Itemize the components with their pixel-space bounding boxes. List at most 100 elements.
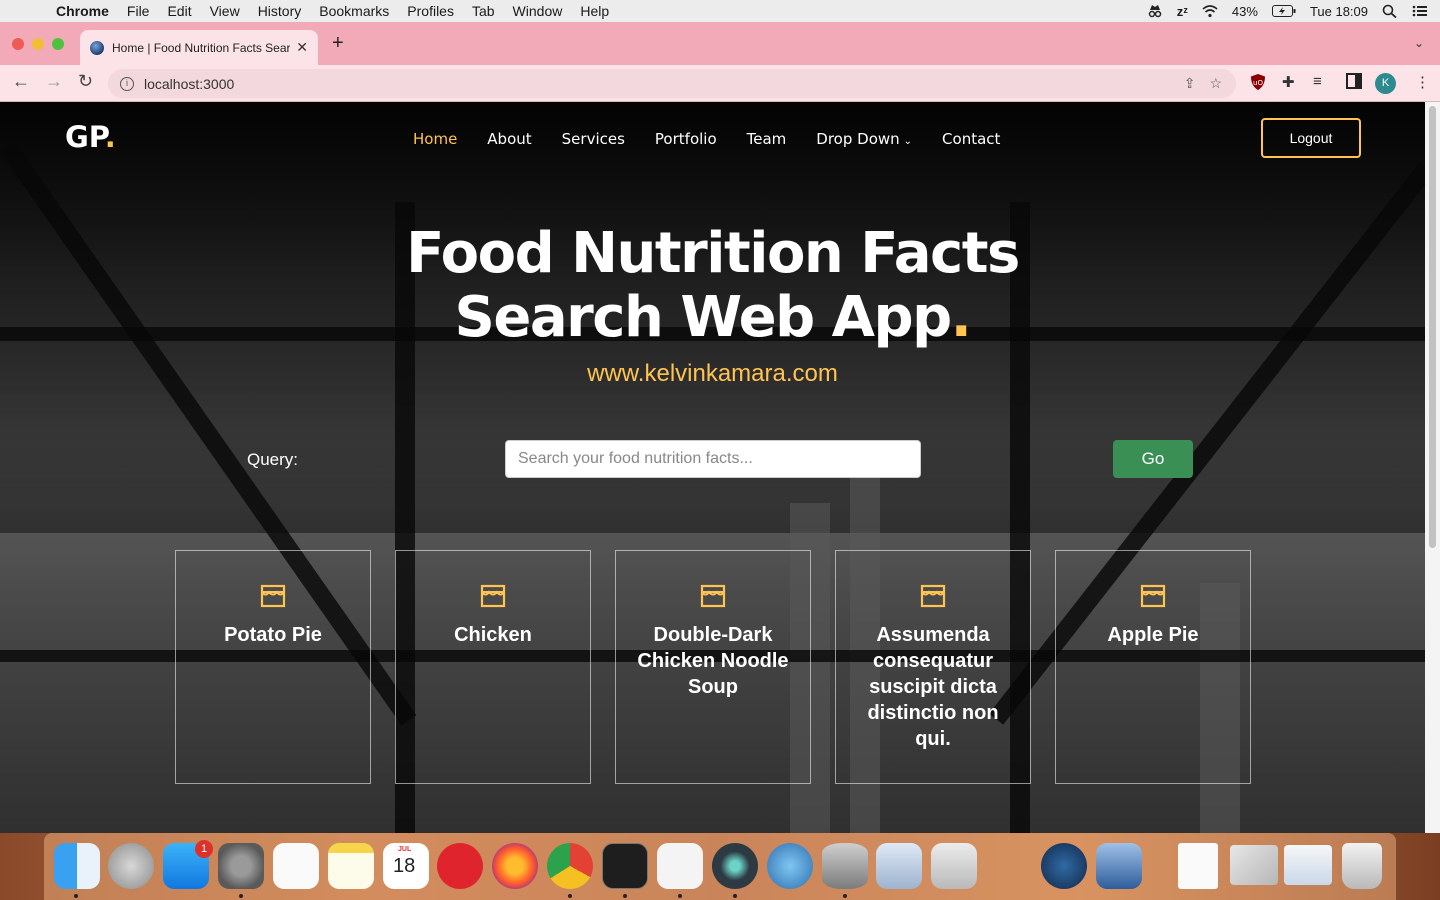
sleep-icon[interactable]: zᶻ: [1177, 4, 1188, 19]
system-preferences-gear-icon[interactable]: [218, 843, 264, 889]
hero-title: Food Nutrition Facts Search Web App.: [0, 222, 1425, 350]
food-card[interactable]: Potato Pie: [175, 550, 371, 784]
food-card[interactable]: Chicken: [395, 550, 591, 784]
side-panel-icon[interactable]: [1346, 73, 1362, 89]
nav-services[interactable]: Services: [547, 130, 640, 148]
go-button[interactable]: Go: [1113, 440, 1193, 478]
food-card[interactable]: Double-Dark Chicken Noodle Soup: [615, 550, 811, 784]
rocket-app-icon[interactable]: [986, 843, 1032, 889]
ublock-shield-icon[interactable]: uO: [1250, 73, 1266, 91]
web-page: GP. Home About Services Portfolio Team D…: [0, 102, 1425, 833]
browser-tab-active[interactable]: Home | Food Nutrition Facts Search Web A…: [80, 30, 318, 65]
menu-file[interactable]: File: [127, 3, 150, 19]
terminal-icon[interactable]: [602, 843, 648, 889]
tab-close-icon[interactable]: ✕: [296, 39, 308, 56]
menu-help[interactable]: Help: [580, 3, 609, 19]
nav-dropdown[interactable]: Drop Down ⌄: [801, 130, 927, 148]
page-scrollbar[interactable]: [1425, 102, 1440, 833]
running-indicator: [733, 894, 737, 898]
profile-avatar[interactable]: K: [1375, 73, 1396, 94]
nav-team[interactable]: Team: [732, 130, 802, 148]
firefox-icon[interactable]: [492, 843, 538, 889]
media-queue-icon[interactable]: ≡: [1313, 73, 1322, 90]
document-file-icon[interactable]: [1178, 843, 1218, 889]
address-bar[interactable]: i localhost:3000 ⇪ ☆: [108, 69, 1236, 98]
back-arrow-icon[interactable]: ←: [12, 71, 30, 92]
screenshot-stack-icon[interactable]: [1230, 845, 1278, 885]
share-icon[interactable]: ⇪: [1184, 75, 1196, 92]
tab-search-chevron-icon[interactable]: ⌄: [1414, 36, 1424, 50]
nav-home[interactable]: Home: [398, 130, 472, 148]
site-logo[interactable]: GP.: [65, 120, 116, 154]
browser-toolbar: ← → ↻ i localhost:3000 ⇪ ☆ uO ✚ ≡ K ⋮: [0, 65, 1440, 102]
menu-app-name[interactable]: Chrome: [56, 3, 109, 19]
nav-about[interactable]: About: [472, 130, 546, 148]
storefront-icon: [1140, 584, 1166, 608]
browser-tab-strip: Home | Food Nutrition Facts Search Web A…: [0, 22, 1440, 65]
scrollbar-thumb[interactable]: [1429, 106, 1436, 548]
nav-portfolio[interactable]: Portfolio: [640, 130, 732, 148]
gear-utility-icon[interactable]: [876, 843, 922, 889]
database-icon[interactable]: [822, 843, 868, 889]
storefront-icon: [700, 584, 726, 608]
nav-contact[interactable]: Contact: [927, 130, 1015, 148]
menu-history[interactable]: History: [258, 3, 302, 19]
installer-download-icon[interactable]: [931, 843, 977, 889]
new-tab-icon[interactable]: +: [332, 32, 344, 55]
battery-percent: 43%: [1231, 3, 1258, 19]
launchpad-rocket-icon[interactable]: [108, 843, 154, 889]
food-card-title: Chicken: [454, 624, 532, 646]
steam-icon[interactable]: [1041, 843, 1087, 889]
finder-icon[interactable]: [54, 843, 100, 889]
atom-icon[interactable]: [712, 843, 758, 889]
forward-arrow-icon[interactable]: →: [45, 71, 63, 92]
logout-button[interactable]: Logout: [1261, 118, 1361, 158]
food-card[interactable]: Assumenda consequatur suscipit dicta dis…: [835, 550, 1031, 784]
food-card[interactable]: Apple Pie: [1055, 550, 1251, 784]
running-indicator: [74, 894, 78, 898]
menu-window[interactable]: Window: [513, 3, 563, 19]
control-center-icon[interactable]: [1412, 4, 1428, 18]
address-url[interactable]: localhost:3000: [144, 76, 1184, 92]
website-link[interactable]: www.kelvinkamara.com: [0, 360, 1425, 388]
chrome-menu-icon[interactable]: ⋮: [1415, 73, 1430, 91]
site-info-icon[interactable]: i: [120, 76, 134, 91]
nav-dropdown-label: Drop Down: [816, 130, 900, 148]
menubar-clock[interactable]: Tue 18:09: [1310, 4, 1368, 19]
tab-title: Home | Food Nutrition Facts Search Web A…: [112, 40, 291, 55]
battery-charging-icon[interactable]: [1271, 5, 1296, 17]
chrome-icon[interactable]: [547, 843, 593, 889]
spotlight-search-icon[interactable]: [1382, 4, 1398, 18]
reminders-icon[interactable]: [273, 843, 319, 889]
reload-icon[interactable]: ↻: [78, 71, 93, 92]
extensions-puzzle-icon[interactable]: ✚: [1282, 73, 1295, 91]
bookmark-star-icon[interactable]: ☆: [1209, 75, 1222, 92]
hero-title-dot: .: [950, 285, 972, 350]
window-close-button[interactable]: [12, 38, 24, 50]
storefront-icon: [920, 584, 946, 608]
storefront-icon: [260, 584, 286, 608]
incognito-icon[interactable]: [1147, 4, 1163, 18]
menu-bookmarks[interactable]: Bookmarks: [319, 3, 389, 19]
notes-icon[interactable]: [328, 843, 374, 889]
menu-edit[interactable]: Edit: [167, 3, 191, 19]
menu-view[interactable]: View: [210, 3, 240, 19]
food-card-title: Assumenda consequatur suscipit dicta dis…: [867, 624, 999, 750]
window-minimize-button[interactable]: [32, 38, 44, 50]
trash-icon[interactable]: [1342, 843, 1382, 889]
main-navigation: Home About Services Portfolio Team Drop …: [398, 130, 1015, 148]
window-zoom-button[interactable]: [52, 38, 64, 50]
vscode-icon[interactable]: [657, 843, 703, 889]
running-indicator: [568, 894, 572, 898]
wifi-icon[interactable]: [1202, 4, 1218, 18]
running-indicator: [239, 894, 243, 898]
network-utility-icon[interactable]: [767, 843, 813, 889]
food-search-input[interactable]: [505, 440, 921, 478]
menu-profiles[interactable]: Profiles: [407, 3, 454, 19]
globe-favicon-icon: [90, 40, 104, 55]
creative-cloud-icon[interactable]: [437, 843, 483, 889]
screenshot-stack-icon[interactable]: [1284, 845, 1332, 885]
virtualbox-icon[interactable]: [1096, 843, 1142, 889]
menu-tab[interactable]: Tab: [472, 3, 495, 19]
food-card-title: Double-Dark Chicken Noodle Soup: [637, 624, 789, 698]
